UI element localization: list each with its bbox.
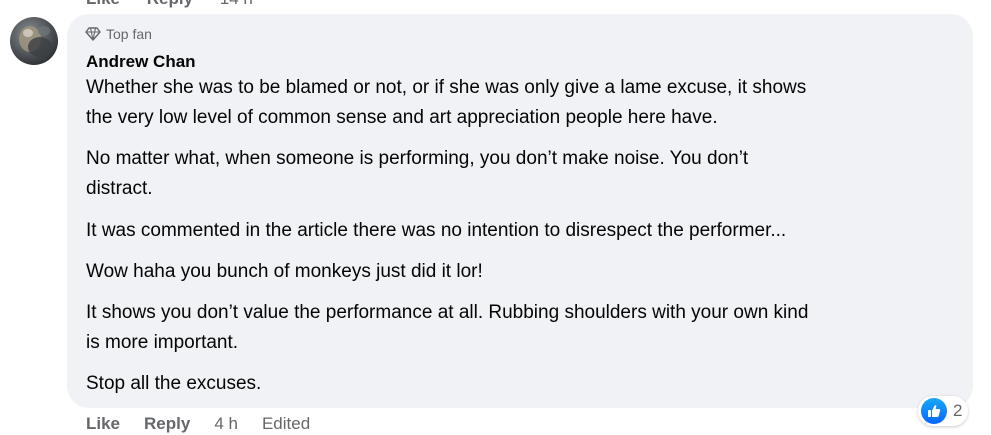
- avatar[interactable]: [10, 17, 58, 65]
- previous-comment-actions: Like Reply 14 h: [86, 0, 275, 9]
- reaction-count-value: 2: [953, 401, 963, 420]
- avatar-image: [19, 26, 52, 57]
- prev-like-link[interactable]: Like: [86, 0, 120, 8]
- like-link[interactable]: Like: [86, 414, 120, 434]
- comment-paragraph: Wow haha you bunch of monkeys just did i…: [86, 261, 483, 282]
- timestamp[interactable]: 4 h: [214, 414, 238, 434]
- comment-paragraph: Stop all the excuses.: [86, 373, 262, 394]
- diamond-icon: [85, 27, 101, 41]
- comment-paragraph: Whether she was to be blamed or not, or …: [86, 77, 807, 128]
- badge-label: Top fan: [106, 26, 152, 42]
- comment-paragraph: It was commented in the article there wa…: [86, 220, 787, 241]
- prev-timestamp[interactable]: 14 h: [220, 0, 253, 8]
- reply-link[interactable]: Reply: [144, 414, 190, 434]
- comment-actions: Like Reply 4 h Edited: [86, 414, 310, 434]
- reaction-count[interactable]: 2: [918, 396, 969, 426]
- comment-paragraph: No matter what, when someone is performi…: [86, 148, 749, 199]
- comment-paragraph: It shows you don’t value the performance…: [86, 302, 809, 353]
- thumbs-up-icon: [921, 398, 947, 424]
- edited-label: Edited: [261, 414, 311, 433]
- author-name[interactable]: Andrew Chan: [86, 52, 196, 72]
- prev-reply-link[interactable]: Reply: [147, 0, 193, 8]
- top-fan-badge[interactable]: Top fan: [85, 26, 152, 42]
